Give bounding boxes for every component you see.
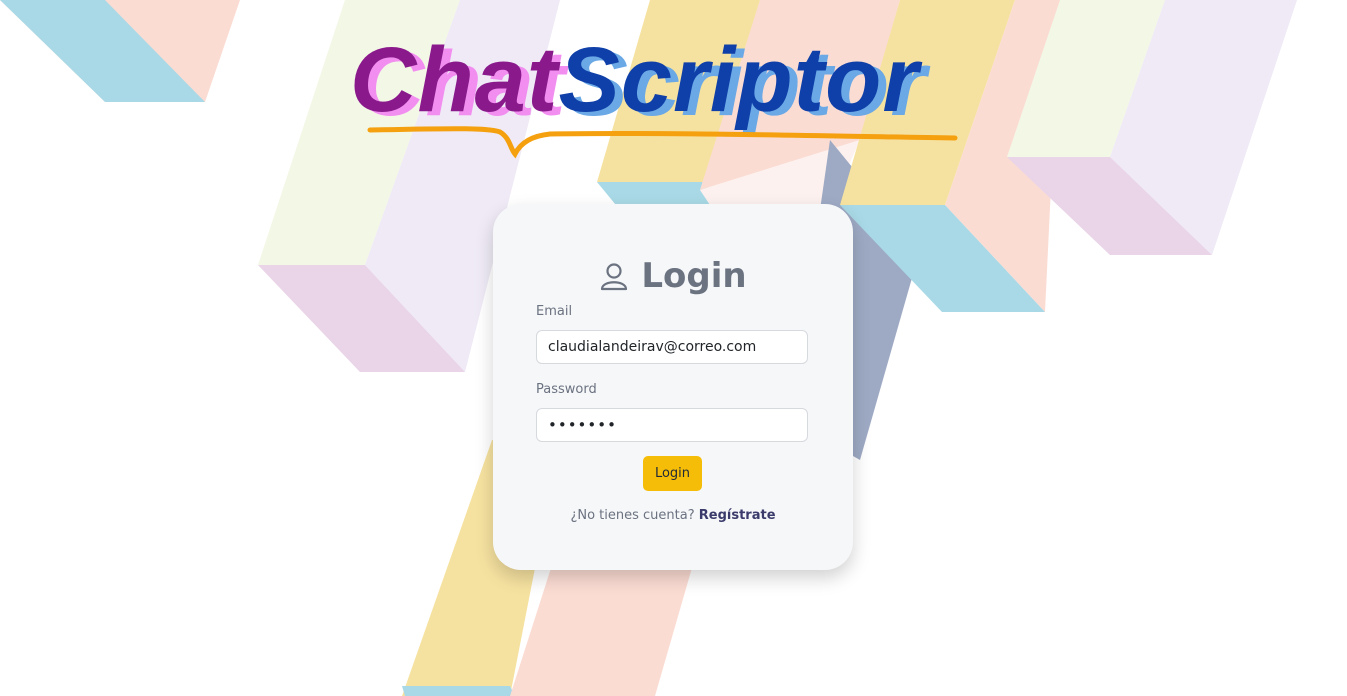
- person-icon: [599, 261, 629, 291]
- register-prompt: ¿No tienes cuenta? Regístrate: [493, 508, 853, 523]
- email-field[interactable]: [536, 330, 808, 364]
- no-account-text: ¿No tienes cuenta?: [570, 508, 695, 523]
- register-link[interactable]: Regístrate: [699, 508, 776, 523]
- login-header: Login: [493, 256, 853, 296]
- login-button[interactable]: Login: [643, 456, 702, 491]
- login-card: Login Email Password Login ¿No tienes cu…: [493, 204, 853, 570]
- login-title: Login: [641, 256, 747, 296]
- password-label: Password: [536, 382, 597, 397]
- logo-underline-swoosh: [367, 126, 958, 159]
- logo-chat: Chat: [350, 29, 559, 131]
- password-field[interactable]: [536, 408, 808, 442]
- chatscriptor-logo: ChatScriptor ChatScriptor: [350, 30, 1000, 170]
- logo-text: ChatScriptor: [350, 30, 919, 130]
- logo-scriptor: Scriptor: [558, 29, 920, 131]
- email-label: Email: [536, 304, 573, 319]
